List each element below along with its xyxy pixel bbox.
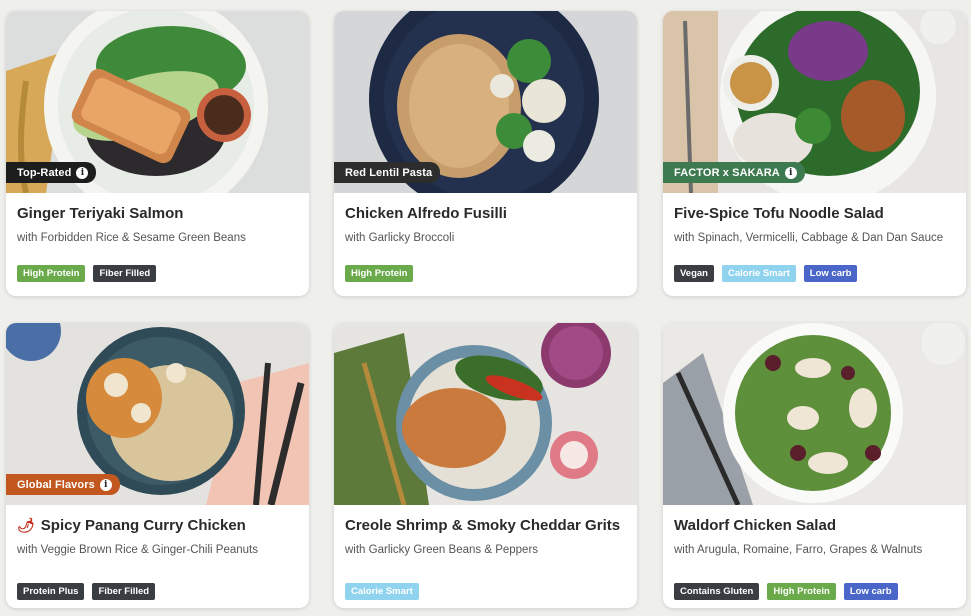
tag-vegan: Vegan [674, 265, 714, 282]
tag-calorie-smart: Calorie Smart [722, 265, 796, 282]
meal-title-text: Ginger Teriyaki Salmon [17, 205, 184, 222]
badge-top-rated: Top-Rated i [6, 162, 97, 183]
meal-title[interactable]: Creole Shrimp & Smoky Cheddar Grits [345, 517, 620, 534]
tag-high-protein: High Protein [17, 265, 86, 282]
meal-card[interactable]: Creole Shrimp & Smoky Cheddar Grits with… [334, 323, 637, 608]
meal-photo: FACTOR x SAKARA i [663, 11, 966, 193]
badge-red-lentil-pasta: Red Lentil Pasta [334, 162, 441, 183]
tag-list: Protein Plus Fiber Filled [17, 583, 156, 600]
meal-subtitle: with Forbidden Rice & Sesame Green Beans [17, 232, 246, 244]
badge-label: FACTOR x SAKARA [674, 166, 780, 179]
meal-title[interactable]: Chicken Alfredo Fusilli [345, 205, 507, 222]
tag-contains-gluten: Contains Gluten [674, 583, 760, 600]
tag-low-carb: Low carb [843, 583, 898, 600]
badge-global-flavors: Global Flavors i [6, 474, 120, 495]
info-icon[interactable]: i [99, 478, 112, 491]
tag-calorie-smart: Calorie Smart [345, 583, 419, 600]
meal-card[interactable]: Red Lentil Pasta Chicken Alfredo Fusilli… [334, 11, 637, 296]
meal-subtitle: with Garlicky Broccoli [345, 232, 455, 244]
meal-card[interactable]: Global Flavors i 🌶 Spicy Panang Curry Ch… [6, 323, 309, 608]
meal-title[interactable]: Ginger Teriyaki Salmon [17, 205, 183, 222]
meal-card[interactable]: FACTOR x SAKARA i Five-Spice Tofu Noodle… [663, 11, 966, 296]
tag-list: High Protein Fiber Filled [17, 265, 157, 282]
meal-subtitle: with Spinach, Vermicelli, Cabbage & Dan … [674, 232, 944, 244]
meal-photo [334, 323, 637, 505]
meal-title-text: Waldorf Chicken Salad [674, 517, 836, 534]
meal-grid: Top-Rated i Ginger Teriyaki Salmon with … [0, 0, 971, 616]
tag-fiber-filled: Fiber Filled [92, 583, 156, 600]
tag-protein-plus: Protein Plus [17, 583, 85, 600]
tag-fiber-filled: Fiber Filled [93, 265, 157, 282]
badge-label: Global Flavors [17, 478, 95, 491]
meal-photo: Global Flavors i [6, 323, 309, 505]
badge-label: Red Lentil Pasta [345, 166, 433, 179]
tag-high-protein: High Protein [345, 265, 414, 282]
tag-list: High Protein [345, 265, 414, 282]
tag-list: Calorie Smart [345, 583, 419, 600]
tag-high-protein: High Protein [767, 583, 836, 600]
meal-title[interactable]: 🌶 Spicy Panang Curry Chicken [17, 517, 246, 534]
meal-title-text: Spicy Panang Curry Chicken [40, 517, 246, 534]
tag-list: Contains Gluten High Protein Low carb [674, 583, 898, 600]
meal-photo: Red Lentil Pasta [334, 11, 637, 193]
info-icon[interactable]: i [76, 166, 89, 179]
meal-title[interactable]: Waldorf Chicken Salad [674, 517, 836, 534]
meal-title-text: Five-Spice Tofu Noodle Salad [674, 205, 884, 222]
chili-pepper-icon: 🌶 [17, 517, 35, 533]
tag-low-carb: Low carb [803, 265, 858, 282]
meal-photo: Top-Rated i [6, 11, 309, 193]
meal-photo [663, 323, 966, 505]
meal-title-text: Chicken Alfredo Fusilli [345, 205, 507, 222]
meal-subtitle: with Garlicky Green Beans & Peppers [345, 544, 539, 556]
tag-list: Vegan Calorie Smart Low carb [674, 265, 858, 282]
meal-subtitle: with Veggie Brown Rice & Ginger-Chili Pe… [17, 544, 258, 556]
meal-card[interactable]: Top-Rated i Ginger Teriyaki Salmon with … [6, 11, 309, 296]
meal-subtitle: with Arugula, Romaine, Farro, Grapes & W… [674, 544, 923, 556]
meal-title[interactable]: Five-Spice Tofu Noodle Salad [674, 205, 884, 222]
badge-factor-x-sakara: FACTOR x SAKARA i [663, 162, 805, 183]
badge-label: Top-Rated [17, 166, 72, 179]
meal-card[interactable]: Waldorf Chicken Salad with Arugula, Roma… [663, 323, 966, 608]
meal-title-text: Creole Shrimp & Smoky Cheddar Grits [345, 517, 621, 534]
info-icon[interactable]: i [784, 166, 797, 179]
